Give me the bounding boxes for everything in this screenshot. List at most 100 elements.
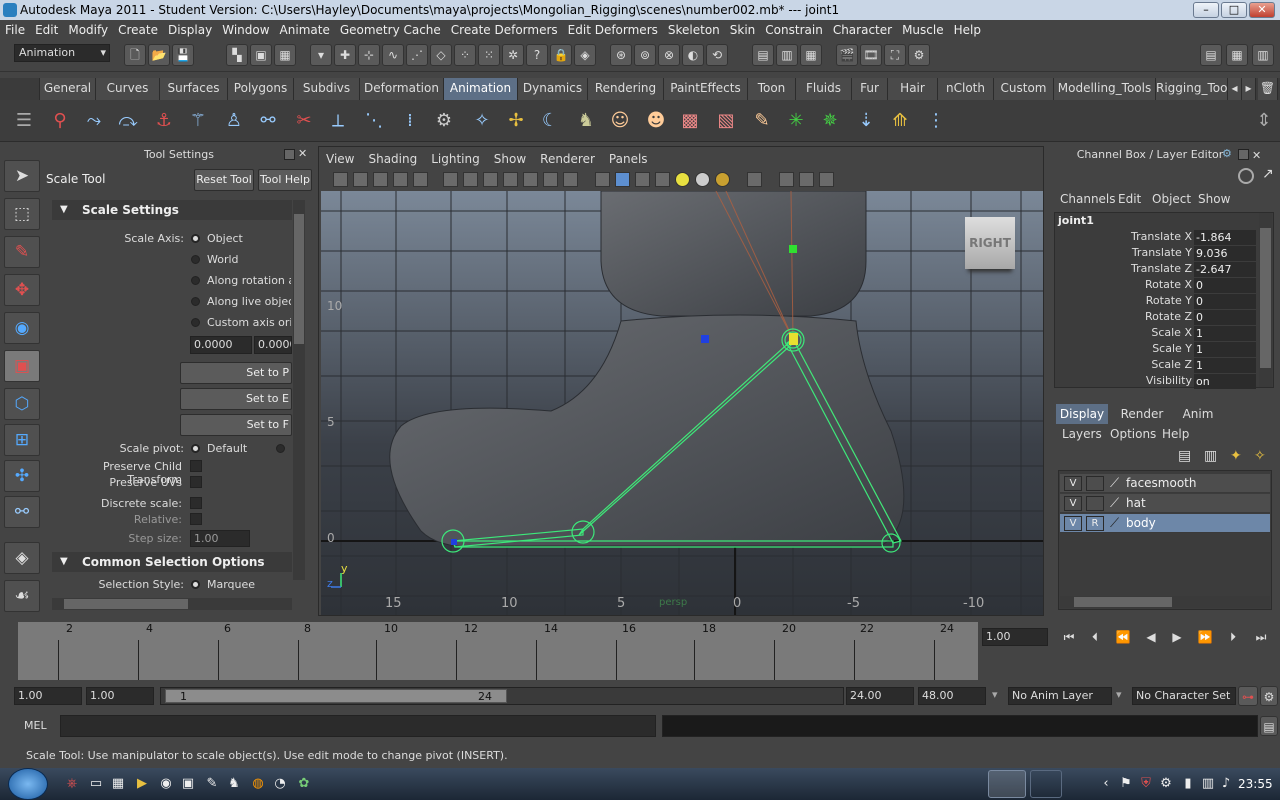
wireframe-icon[interactable] [595, 172, 610, 187]
start-time-field[interactable]: 1.00 [14, 687, 82, 705]
range-bar[interactable]: 1 24 [165, 689, 507, 703]
selected-joint-manipulator[interactable] [789, 333, 798, 345]
character-icon[interactable]: ♙ [220, 106, 248, 136]
mask-icon-a[interactable]: ⁘ [454, 44, 476, 66]
soft-mod-tool-icon[interactable]: ⊞ [4, 424, 40, 456]
image-plane-icon[interactable] [393, 172, 408, 187]
tab-polygons[interactable]: Polygons [228, 78, 294, 100]
ik-handle-icon[interactable]: ⤳ [80, 106, 108, 136]
outliner-layout-icon[interactable]: ☙ [4, 580, 40, 612]
history-icon[interactable]: ⟲ [706, 44, 728, 66]
tray-icon-3[interactable]: ⚙ [1158, 776, 1174, 792]
gate-mask-icon[interactable] [503, 172, 518, 187]
pivot-default-radio[interactable] [191, 444, 200, 453]
go-to-end-icon[interactable]: ⏭ [1250, 626, 1272, 648]
use-default-light-icon[interactable] [675, 172, 690, 187]
menu-create-deformers[interactable]: Create Deformers [446, 20, 563, 40]
preserve-uvs-checkbox[interactable] [190, 476, 202, 488]
tab-subdivs[interactable]: Subdivs [294, 78, 360, 100]
taskbar-game-icon[interactable]: ♞ [226, 776, 242, 792]
step-forward-key-icon[interactable]: ⏩ [1194, 626, 1216, 648]
scale-settings-header[interactable]: ▼ Scale Settings [52, 200, 292, 220]
menu-display[interactable]: Display [163, 20, 217, 40]
resolution-gate-icon[interactable] [483, 172, 498, 187]
cluster-icon[interactable]: ✳ [782, 106, 810, 136]
taskbar-firefox-window[interactable] [1030, 770, 1062, 798]
channel-row[interactable]: Visibility on [1058, 374, 1258, 390]
render-current-icon[interactable]: 🎞 [860, 44, 882, 66]
common-selection-header[interactable]: ▼ Common Selection Options [52, 552, 292, 572]
tab-anim-layers[interactable]: Anim [1174, 404, 1222, 424]
channel-value[interactable]: 0 [1194, 278, 1256, 293]
channels-show-menu[interactable]: Show [1198, 190, 1230, 208]
head-rig-icon[interactable]: ☻ [642, 106, 670, 136]
constraint-point-icon[interactable]: ✢ [502, 106, 530, 136]
channel-value[interactable]: 0 [1194, 294, 1256, 309]
script-editor-icon[interactable]: ▤ [1260, 716, 1278, 736]
animation-preferences-icon[interactable]: ⚙ [1260, 686, 1278, 706]
shelf-scroll-right-icon[interactable]: ▸ [1242, 78, 1256, 100]
tab-deformation[interactable]: Deformation [360, 78, 444, 100]
manipulator-tool-icon[interactable]: ⬡ [4, 388, 40, 420]
snap-to-curves-icon[interactable]: ⊛ [610, 44, 632, 66]
select-hierarchy-icon[interactable]: ▚ [226, 44, 248, 66]
rig-control-icon[interactable]: ⇣ [852, 106, 880, 136]
channels-object-menu[interactable]: Object [1152, 190, 1191, 208]
taskbar-maya-window[interactable] [988, 770, 1026, 798]
minimize-button[interactable]: – [1193, 2, 1219, 18]
layer-row-body[interactable]: V R ⟋ body [1060, 514, 1270, 533]
face-rig-icon[interactable]: ☺ [606, 106, 634, 136]
shelf-scroll-left-icon[interactable]: ◂ [1228, 78, 1242, 100]
joint-tool-icon[interactable]: ⚯ [254, 106, 282, 136]
bookmark-icon[interactable] [373, 172, 388, 187]
taskbar-quicktime-icon[interactable]: ◔ [272, 776, 288, 792]
set-to-point-button[interactable]: Set to P [180, 362, 292, 384]
toggle-channel-box-icon[interactable]: ▥ [1252, 44, 1274, 66]
tool-help-button[interactable]: Tool Help [258, 169, 312, 191]
anim-layer-field[interactable]: No Anim Layer [1008, 687, 1112, 705]
channels-edit-menu[interactable]: Edit [1118, 190, 1141, 208]
insert-joint-icon[interactable]: ✂ [290, 106, 318, 136]
menu-edit[interactable]: Edit [30, 20, 63, 40]
camera-attributes-icon[interactable] [353, 172, 368, 187]
snap-plane-icon[interactable]: ◇ [430, 44, 452, 66]
root-joint-marker[interactable] [451, 539, 457, 545]
tray-expand-icon[interactable]: ‹ [1098, 776, 1114, 792]
channel-row[interactable]: Rotate Z0 [1058, 310, 1258, 326]
safe-action-icon[interactable] [543, 172, 558, 187]
view-cube[interactable]: RIGHT [965, 217, 1015, 269]
pole-vector-handle[interactable] [789, 245, 797, 253]
axis-live-object-radio[interactable] [191, 297, 200, 306]
step-forward-frame-icon[interactable]: ⏵ [1222, 626, 1244, 648]
channel-box-toggle-icon[interactable] [1238, 168, 1254, 184]
blend-shape-icon[interactable]: ▩ [676, 106, 704, 136]
layer-color-icon[interactable]: ⟋ [1110, 476, 1119, 491]
relative-checkbox[interactable] [190, 513, 202, 525]
shelf-menu-icon[interactable]: ☰ [10, 106, 38, 136]
safe-title-icon[interactable] [563, 172, 578, 187]
joint-chain-icon[interactable]: ⁞ [396, 106, 424, 136]
channel-box-options-icon[interactable]: ⚙ [1222, 147, 1235, 160]
new-layer-icon[interactable]: ▤ [1178, 448, 1191, 464]
snap-curve-icon[interactable]: ∿ [382, 44, 404, 66]
channel-row[interactable]: Scale Z1 [1058, 358, 1258, 374]
command-input[interactable] [60, 715, 656, 737]
discrete-scale-checkbox[interactable] [190, 497, 202, 509]
channel-box-float-icon[interactable] [1238, 149, 1249, 160]
channel-row[interactable]: Scale X1 [1058, 326, 1258, 342]
layer-color-icon[interactable]: ⟋ [1110, 516, 1119, 531]
layer-visibility-toggle[interactable]: V [1064, 476, 1082, 491]
layout-single-icon[interactable]: ◈ [4, 542, 40, 574]
channel-value[interactable]: on [1194, 374, 1256, 389]
tool-settings-close-icon[interactable]: ✕ [298, 148, 309, 160]
select-tool-icon[interactable]: ➤ [4, 160, 40, 192]
tab-rendering[interactable]: Rendering [588, 78, 664, 100]
snap-grid-icon[interactable]: ✚ [334, 44, 356, 66]
mask-icon-b[interactable]: ⁙ [478, 44, 500, 66]
channels-menu[interactable]: Channels [1060, 190, 1116, 208]
output-ops-icon[interactable]: ▥ [776, 44, 798, 66]
hud-icon[interactable] [819, 172, 834, 187]
menu-animate[interactable]: Animate [275, 20, 335, 40]
bind-skin-icon[interactable]: ✧ [468, 106, 496, 136]
preserve-child-checkbox[interactable] [190, 460, 202, 472]
